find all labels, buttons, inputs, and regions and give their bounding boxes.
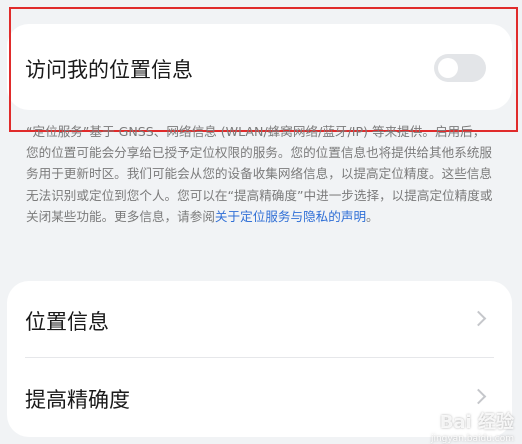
privacy-statement-link[interactable]: 关于定位服务与隐私的声明 — [215, 209, 366, 224]
baidu-watermark-url: jingyan.baidu.com — [430, 434, 514, 444]
improve-accuracy-row[interactable]: 提高精确度 — [7, 359, 512, 437]
location-info-label: 位置信息 — [25, 310, 109, 334]
chevron-right-icon — [470, 388, 487, 405]
location-access-toggle[interactable] — [434, 54, 486, 82]
toggle-knob — [438, 58, 458, 78]
baidu-watermark: Bai 经验 — [439, 412, 514, 433]
description-suffix: 。 — [366, 208, 379, 224]
row-divider — [25, 357, 494, 358]
improve-accuracy-label: 提高精确度 — [25, 388, 130, 412]
location-access-card: 访问我的位置信息 — [7, 24, 512, 110]
location-settings-card: 位置信息 提高精确度 — [7, 281, 512, 437]
chevron-right-icon — [470, 310, 487, 327]
location-service-description: “定位服务”基于 GNSS、网络信息 (WLAN/蜂窝网络/蓝牙/IP) 等来提… — [26, 121, 496, 227]
location-access-label: 访问我的位置信息 — [25, 58, 193, 82]
location-info-row[interactable]: 位置信息 — [7, 281, 512, 359]
